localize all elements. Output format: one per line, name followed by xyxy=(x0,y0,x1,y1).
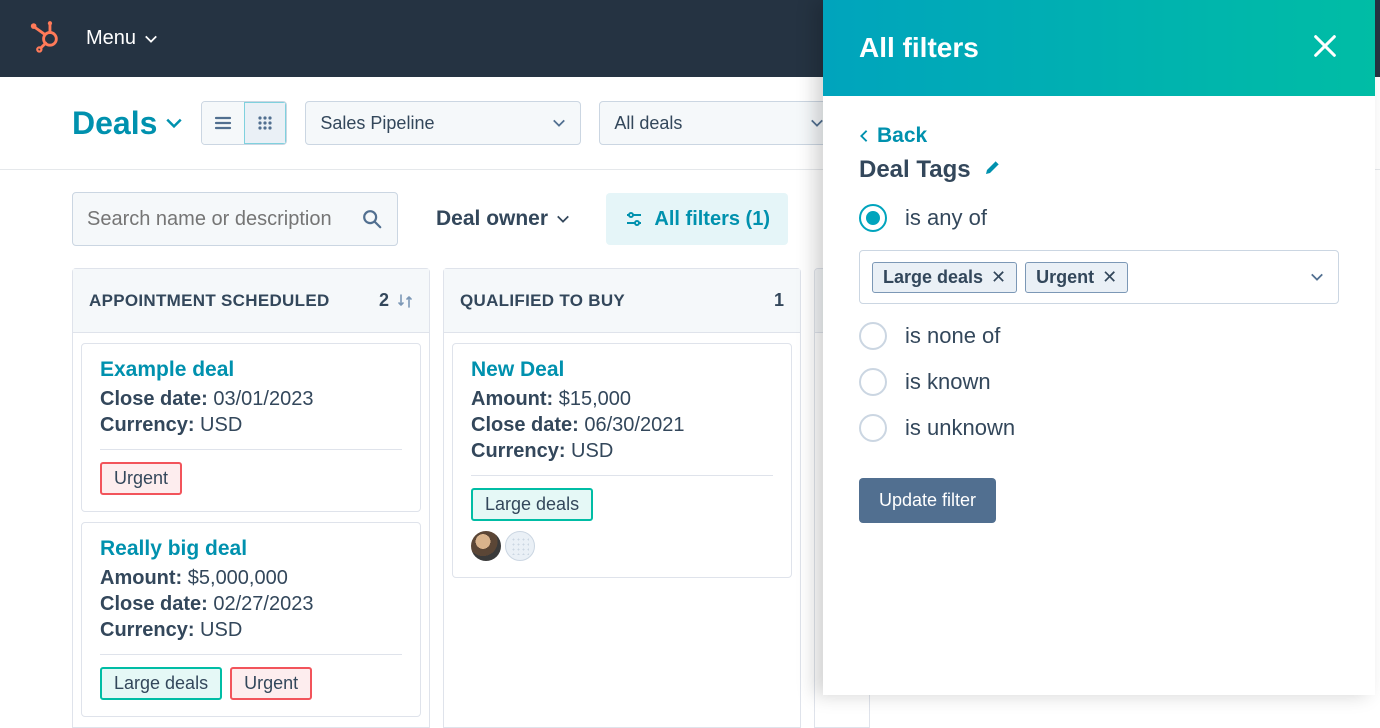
back-link[interactable]: Back xyxy=(859,124,1339,148)
chevron-left-icon xyxy=(859,129,869,143)
radio-button[interactable] xyxy=(859,414,887,442)
selected-tag-chip: Urgent ✕ xyxy=(1025,262,1128,293)
column-header: APPOINTMENT SCHEDULED 2 xyxy=(73,269,429,333)
deal-tag-large: Large deals xyxy=(471,488,593,521)
chevron-down-icon xyxy=(144,32,158,46)
filter-section-title: Deal Tags xyxy=(859,156,1339,184)
sliders-icon xyxy=(624,209,644,229)
remove-tag-button[interactable]: ✕ xyxy=(991,267,1006,288)
search-input[interactable] xyxy=(87,208,361,231)
deal-tag-large: Large deals xyxy=(100,667,222,700)
deal-title[interactable]: New Deal xyxy=(471,358,773,382)
all-filters-label: All filters (1) xyxy=(654,208,770,231)
card-field: Close date: 06/30/2021 xyxy=(471,414,773,437)
card-field: Currency: USD xyxy=(100,619,402,642)
close-panel-button[interactable] xyxy=(1311,32,1339,65)
deal-owner-label: Deal owner xyxy=(436,207,548,231)
column-count: 2 xyxy=(379,290,413,311)
deal-title[interactable]: Example deal xyxy=(100,358,402,382)
board-view-button[interactable] xyxy=(244,102,286,144)
column-name: QUALIFIED TO BUY xyxy=(460,291,625,311)
chevron-down-icon xyxy=(556,212,570,226)
filter-operator-option[interactable]: is any of xyxy=(859,204,1339,232)
back-label: Back xyxy=(877,124,927,148)
section-title-text: Deal Tags xyxy=(859,156,971,184)
card-field: Currency: USD xyxy=(471,440,773,463)
panel-header: All filters xyxy=(823,0,1375,96)
list-icon xyxy=(213,113,233,133)
radio-label: is none of xyxy=(905,323,1000,349)
deal-avatars xyxy=(471,531,773,561)
avatar-placeholder[interactable] xyxy=(505,531,535,561)
search-icon xyxy=(361,208,383,230)
deal-tag-urgent: Urgent xyxy=(100,462,182,495)
page-title: Deals xyxy=(72,105,157,142)
avatar[interactable] xyxy=(471,531,501,561)
deal-card[interactable]: New Deal Amount: $15,000 Close date: 06/30… xyxy=(452,343,792,578)
column-count: 1 xyxy=(774,290,784,311)
view-select[interactable]: All deals xyxy=(599,101,839,145)
pipeline-column: APPOINTMENT SCHEDULED 2 Example deal Close… xyxy=(72,268,430,728)
all-filters-button[interactable]: All filters (1) xyxy=(606,193,788,245)
chevron-down-icon xyxy=(552,116,566,130)
view-select-value: All deals xyxy=(614,113,682,134)
close-icon xyxy=(1311,32,1339,60)
filter-operator-option[interactable]: is known xyxy=(859,368,1339,396)
card-field: Currency: USD xyxy=(100,414,402,437)
menu-button[interactable]: Menu xyxy=(86,27,158,50)
radio-label: is known xyxy=(905,369,991,395)
card-field: Amount: $15,000 xyxy=(471,388,773,411)
chevron-down-icon xyxy=(165,114,183,132)
deal-tag-urgent: Urgent xyxy=(230,667,312,700)
edit-filter-button[interactable] xyxy=(983,156,1003,184)
page-title-dropdown[interactable]: Deals xyxy=(72,105,183,142)
list-view-button[interactable] xyxy=(202,102,244,144)
deal-card[interactable]: Really big deal Amount: $5,000,000 Close d… xyxy=(81,522,421,717)
deal-owner-filter[interactable]: Deal owner xyxy=(436,207,570,231)
pipeline-select[interactable]: Sales Pipeline xyxy=(305,101,581,145)
card-field: Amount: $5,000,000 xyxy=(100,567,402,590)
filter-operator-option[interactable]: is none of xyxy=(859,322,1339,350)
card-field: Close date: 03/01/2023 xyxy=(100,388,402,411)
card-field: Close date: 02/27/2023 xyxy=(100,593,402,616)
remove-tag-button[interactable]: ✕ xyxy=(1102,267,1117,288)
panel-title: All filters xyxy=(859,32,979,64)
tag-multiselect[interactable]: Large deals ✕ Urgent ✕ xyxy=(859,250,1339,304)
sort-icon[interactable] xyxy=(397,293,413,309)
update-filter-label: Update filter xyxy=(879,490,976,510)
grid-icon xyxy=(255,113,275,133)
column-header: QUALIFIED TO BUY 1 xyxy=(444,269,800,333)
deal-title[interactable]: Really big deal xyxy=(100,537,402,561)
column-name: APPOINTMENT SCHEDULED xyxy=(89,291,330,311)
chevron-down-icon[interactable] xyxy=(1310,270,1324,284)
radio-button[interactable] xyxy=(859,368,887,396)
radio-button[interactable] xyxy=(859,322,887,350)
hubspot-logo-icon xyxy=(28,19,62,58)
radio-button[interactable] xyxy=(859,204,887,232)
selected-tag-chip: Large deals ✕ xyxy=(872,262,1017,293)
filters-side-panel: All filters Back Deal Tags is any of Larg… xyxy=(823,0,1375,695)
update-filter-button[interactable]: Update filter xyxy=(859,478,996,523)
filter-operator-option[interactable]: is unknown xyxy=(859,414,1339,442)
radio-label: is unknown xyxy=(905,415,1015,441)
pipeline-column: QUALIFIED TO BUY 1 New Deal Amount: $15,00… xyxy=(443,268,801,728)
view-toggle xyxy=(201,101,287,145)
deal-card[interactable]: Example deal Close date: 03/01/2023 Curren… xyxy=(81,343,421,512)
pipeline-select-value: Sales Pipeline xyxy=(320,113,434,134)
pencil-icon xyxy=(983,157,1003,177)
search-box[interactable] xyxy=(72,192,398,246)
menu-label: Menu xyxy=(86,27,136,50)
radio-label: is any of xyxy=(905,205,987,231)
